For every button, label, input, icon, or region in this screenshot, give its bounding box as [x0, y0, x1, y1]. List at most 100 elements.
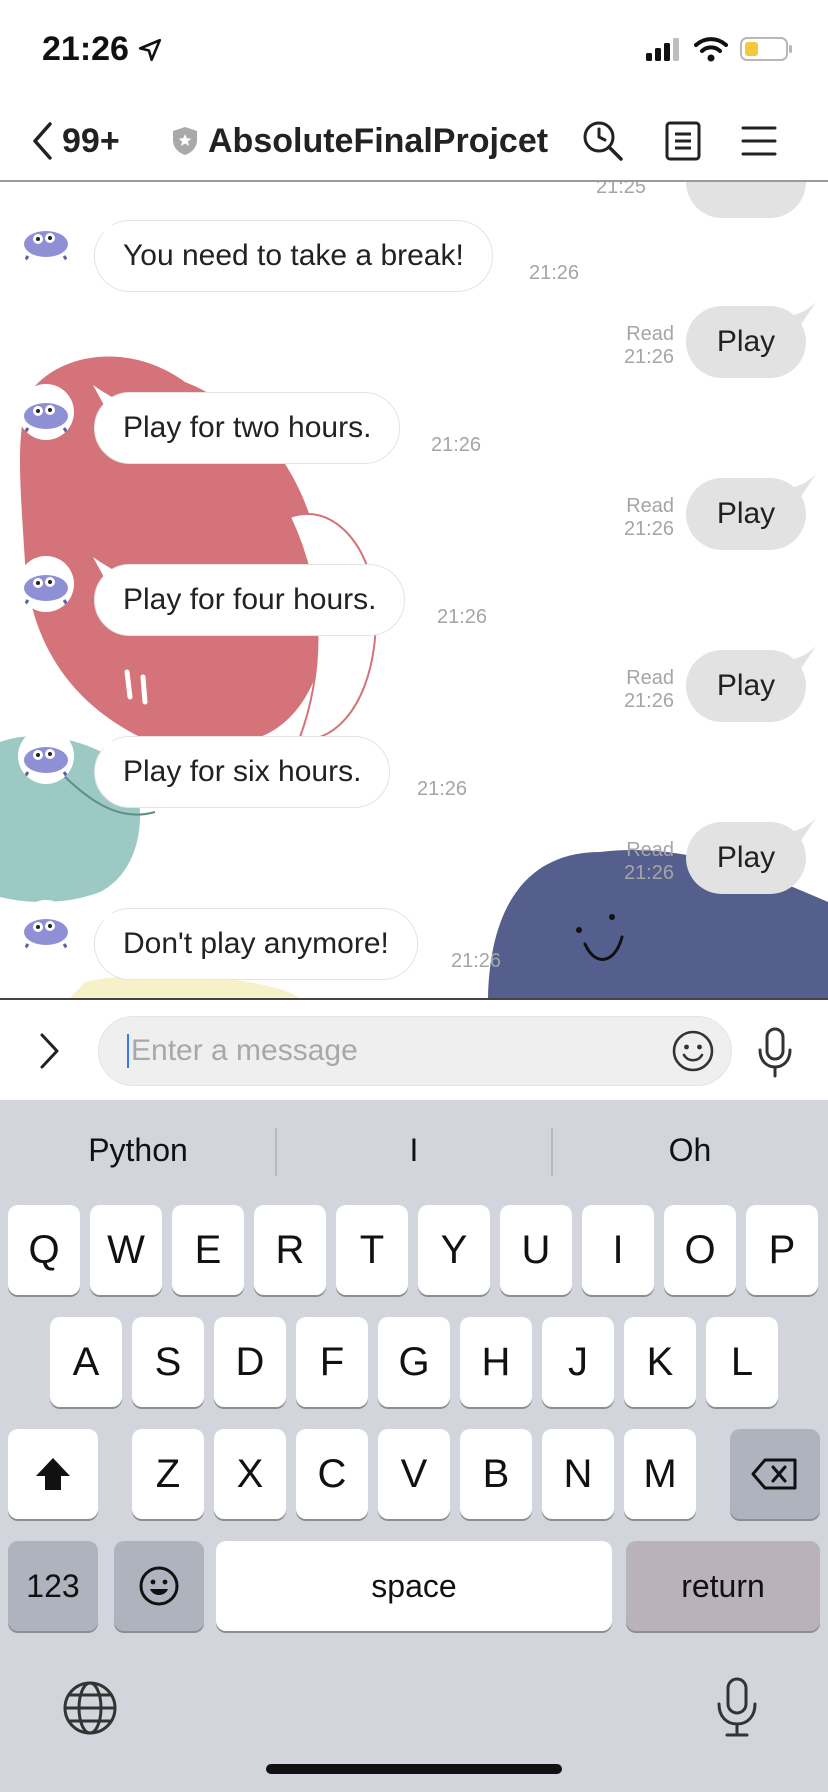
numbers-key[interactable]: 123 — [8, 1541, 98, 1631]
key-g[interactable]: G — [378, 1317, 450, 1407]
key-x[interactable]: X — [214, 1429, 286, 1519]
shield-star-icon — [173, 127, 197, 155]
bot-avatar-icon — [22, 575, 70, 607]
key-n[interactable]: N — [542, 1429, 614, 1519]
key-s[interactable]: S — [132, 1317, 204, 1407]
shift-icon — [36, 1458, 70, 1490]
incoming-message[interactable]: You need to take a break! — [93, 213, 493, 292]
message-time: 21:26 — [623, 690, 674, 712]
cellular-signal-icon — [646, 38, 679, 61]
key-h[interactable]: H — [460, 1317, 532, 1407]
home-indicator[interactable] — [266, 1764, 562, 1774]
bubble-tail — [93, 729, 115, 751]
battery-icon — [740, 37, 792, 61]
input-placeholder: Enter a message — [131, 1034, 358, 1067]
bubble-tail — [790, 646, 816, 670]
status-icons — [646, 36, 794, 62]
key-t[interactable]: T — [336, 1205, 408, 1295]
chevron-right-icon — [40, 1033, 59, 1069]
key-o[interactable]: O — [664, 1205, 736, 1295]
status-time: 21:26 — [42, 30, 163, 69]
backspace-key[interactable] — [730, 1429, 820, 1519]
outgoing-message[interactable]: Play — [686, 474, 816, 550]
key-v[interactable]: V — [378, 1429, 450, 1519]
key-d[interactable]: D — [214, 1317, 286, 1407]
message-text: Play for two hours. — [123, 411, 372, 444]
key-u[interactable]: U — [500, 1205, 572, 1295]
avatar[interactable] — [18, 556, 74, 612]
unread-count: 99+ — [62, 121, 120, 160]
key-r[interactable]: R — [254, 1205, 326, 1295]
message-meta: Read 21:26 — [624, 839, 674, 885]
search-button[interactable] — [580, 118, 626, 164]
shift-key[interactable] — [8, 1429, 98, 1519]
chevron-left-icon — [33, 122, 52, 160]
expand-button[interactable] — [30, 1028, 70, 1074]
avatar[interactable] — [18, 384, 74, 440]
key-c[interactable]: C — [296, 1429, 368, 1519]
key-b[interactable]: B — [460, 1429, 532, 1519]
bubble-tail — [790, 474, 816, 498]
key-f[interactable]: F — [296, 1317, 368, 1407]
message-text: Don't play anymore! — [123, 927, 389, 960]
message-time: 21:26 — [451, 950, 502, 972]
search-clock-icon — [583, 121, 623, 161]
bubble-tail — [93, 901, 115, 923]
incoming-message[interactable]: Play for four hours. — [93, 557, 406, 636]
space-key[interactable]: space — [216, 1541, 612, 1631]
key-e[interactable]: E — [172, 1205, 244, 1295]
return-key[interactable]: return — [626, 1541, 820, 1631]
microphone-icon[interactable] — [752, 1026, 798, 1078]
suggestion-item[interactable]: Oh — [552, 1122, 828, 1178]
clock-text: 21:26 — [42, 30, 129, 68]
message-meta: Read 21:26 — [624, 323, 674, 369]
hamburger-menu-icon — [741, 126, 777, 156]
message-time: 21:26 — [529, 262, 580, 284]
key-m[interactable]: M — [624, 1429, 696, 1519]
key-w[interactable]: W — [90, 1205, 162, 1295]
read-status: Read — [626, 839, 674, 861]
incoming-message[interactable]: Play for six hours. — [93, 729, 391, 808]
key-j[interactable]: J — [542, 1317, 614, 1407]
outgoing-message[interactable]: Play — [686, 302, 816, 378]
avatar[interactable] — [18, 212, 74, 268]
outgoing-message[interactable]: Play — [686, 646, 816, 722]
message-meta: Read 21:26 — [624, 667, 674, 713]
avatar[interactable] — [18, 728, 74, 784]
message-time: 21:26 — [437, 606, 488, 628]
key-i[interactable]: I — [582, 1205, 654, 1295]
read-status: Read — [626, 495, 674, 517]
incoming-message[interactable]: Play for two hours. — [93, 385, 401, 464]
chat-messages[interactable]: 21:25 You need to take a break! 21:26 Re… — [0, 182, 828, 998]
key-l[interactable]: L — [706, 1317, 778, 1407]
partial-my-bubble[interactable] — [686, 182, 806, 218]
key-q[interactable]: Q — [8, 1205, 80, 1295]
bot-avatar-icon — [22, 231, 70, 263]
key-k[interactable]: K — [624, 1317, 696, 1407]
outgoing-message[interactable]: Play — [686, 818, 816, 894]
keyboard: Python I Oh Q W E R T Y U I O P A S D F … — [0, 1100, 828, 1792]
chat-header: 99+ AbsoluteFinalProjcet — [0, 100, 828, 182]
chat-title-area[interactable]: AbsoluteFinalProjcet — [172, 118, 548, 164]
bubble-tail — [93, 385, 115, 407]
avatar[interactable] — [18, 900, 74, 956]
key-z[interactable]: Z — [132, 1429, 204, 1519]
back-button[interactable]: 99+ — [30, 118, 120, 164]
suggestion-item[interactable]: Python — [0, 1122, 276, 1178]
chat-title: AbsoluteFinalProjcet — [208, 121, 549, 160]
status-bar: 21:26 — [0, 0, 828, 100]
globe-icon[interactable] — [62, 1680, 118, 1736]
key-p[interactable]: P — [746, 1205, 818, 1295]
menu-button[interactable] — [736, 118, 782, 164]
notes-button[interactable] — [660, 118, 706, 164]
incoming-message[interactable]: Don't play anymore! — [93, 901, 418, 980]
bubble-tail — [93, 213, 115, 235]
key-a[interactable]: A — [50, 1317, 122, 1407]
key-y[interactable]: Y — [418, 1205, 490, 1295]
emoji-icon[interactable] — [671, 1029, 715, 1073]
dictation-microphone-icon[interactable] — [712, 1676, 762, 1738]
document-icon — [665, 121, 701, 161]
suggestion-item[interactable]: I — [276, 1122, 552, 1178]
emoji-keyboard-key[interactable] — [114, 1541, 204, 1631]
message-input[interactable]: Enter a message — [98, 1016, 732, 1086]
